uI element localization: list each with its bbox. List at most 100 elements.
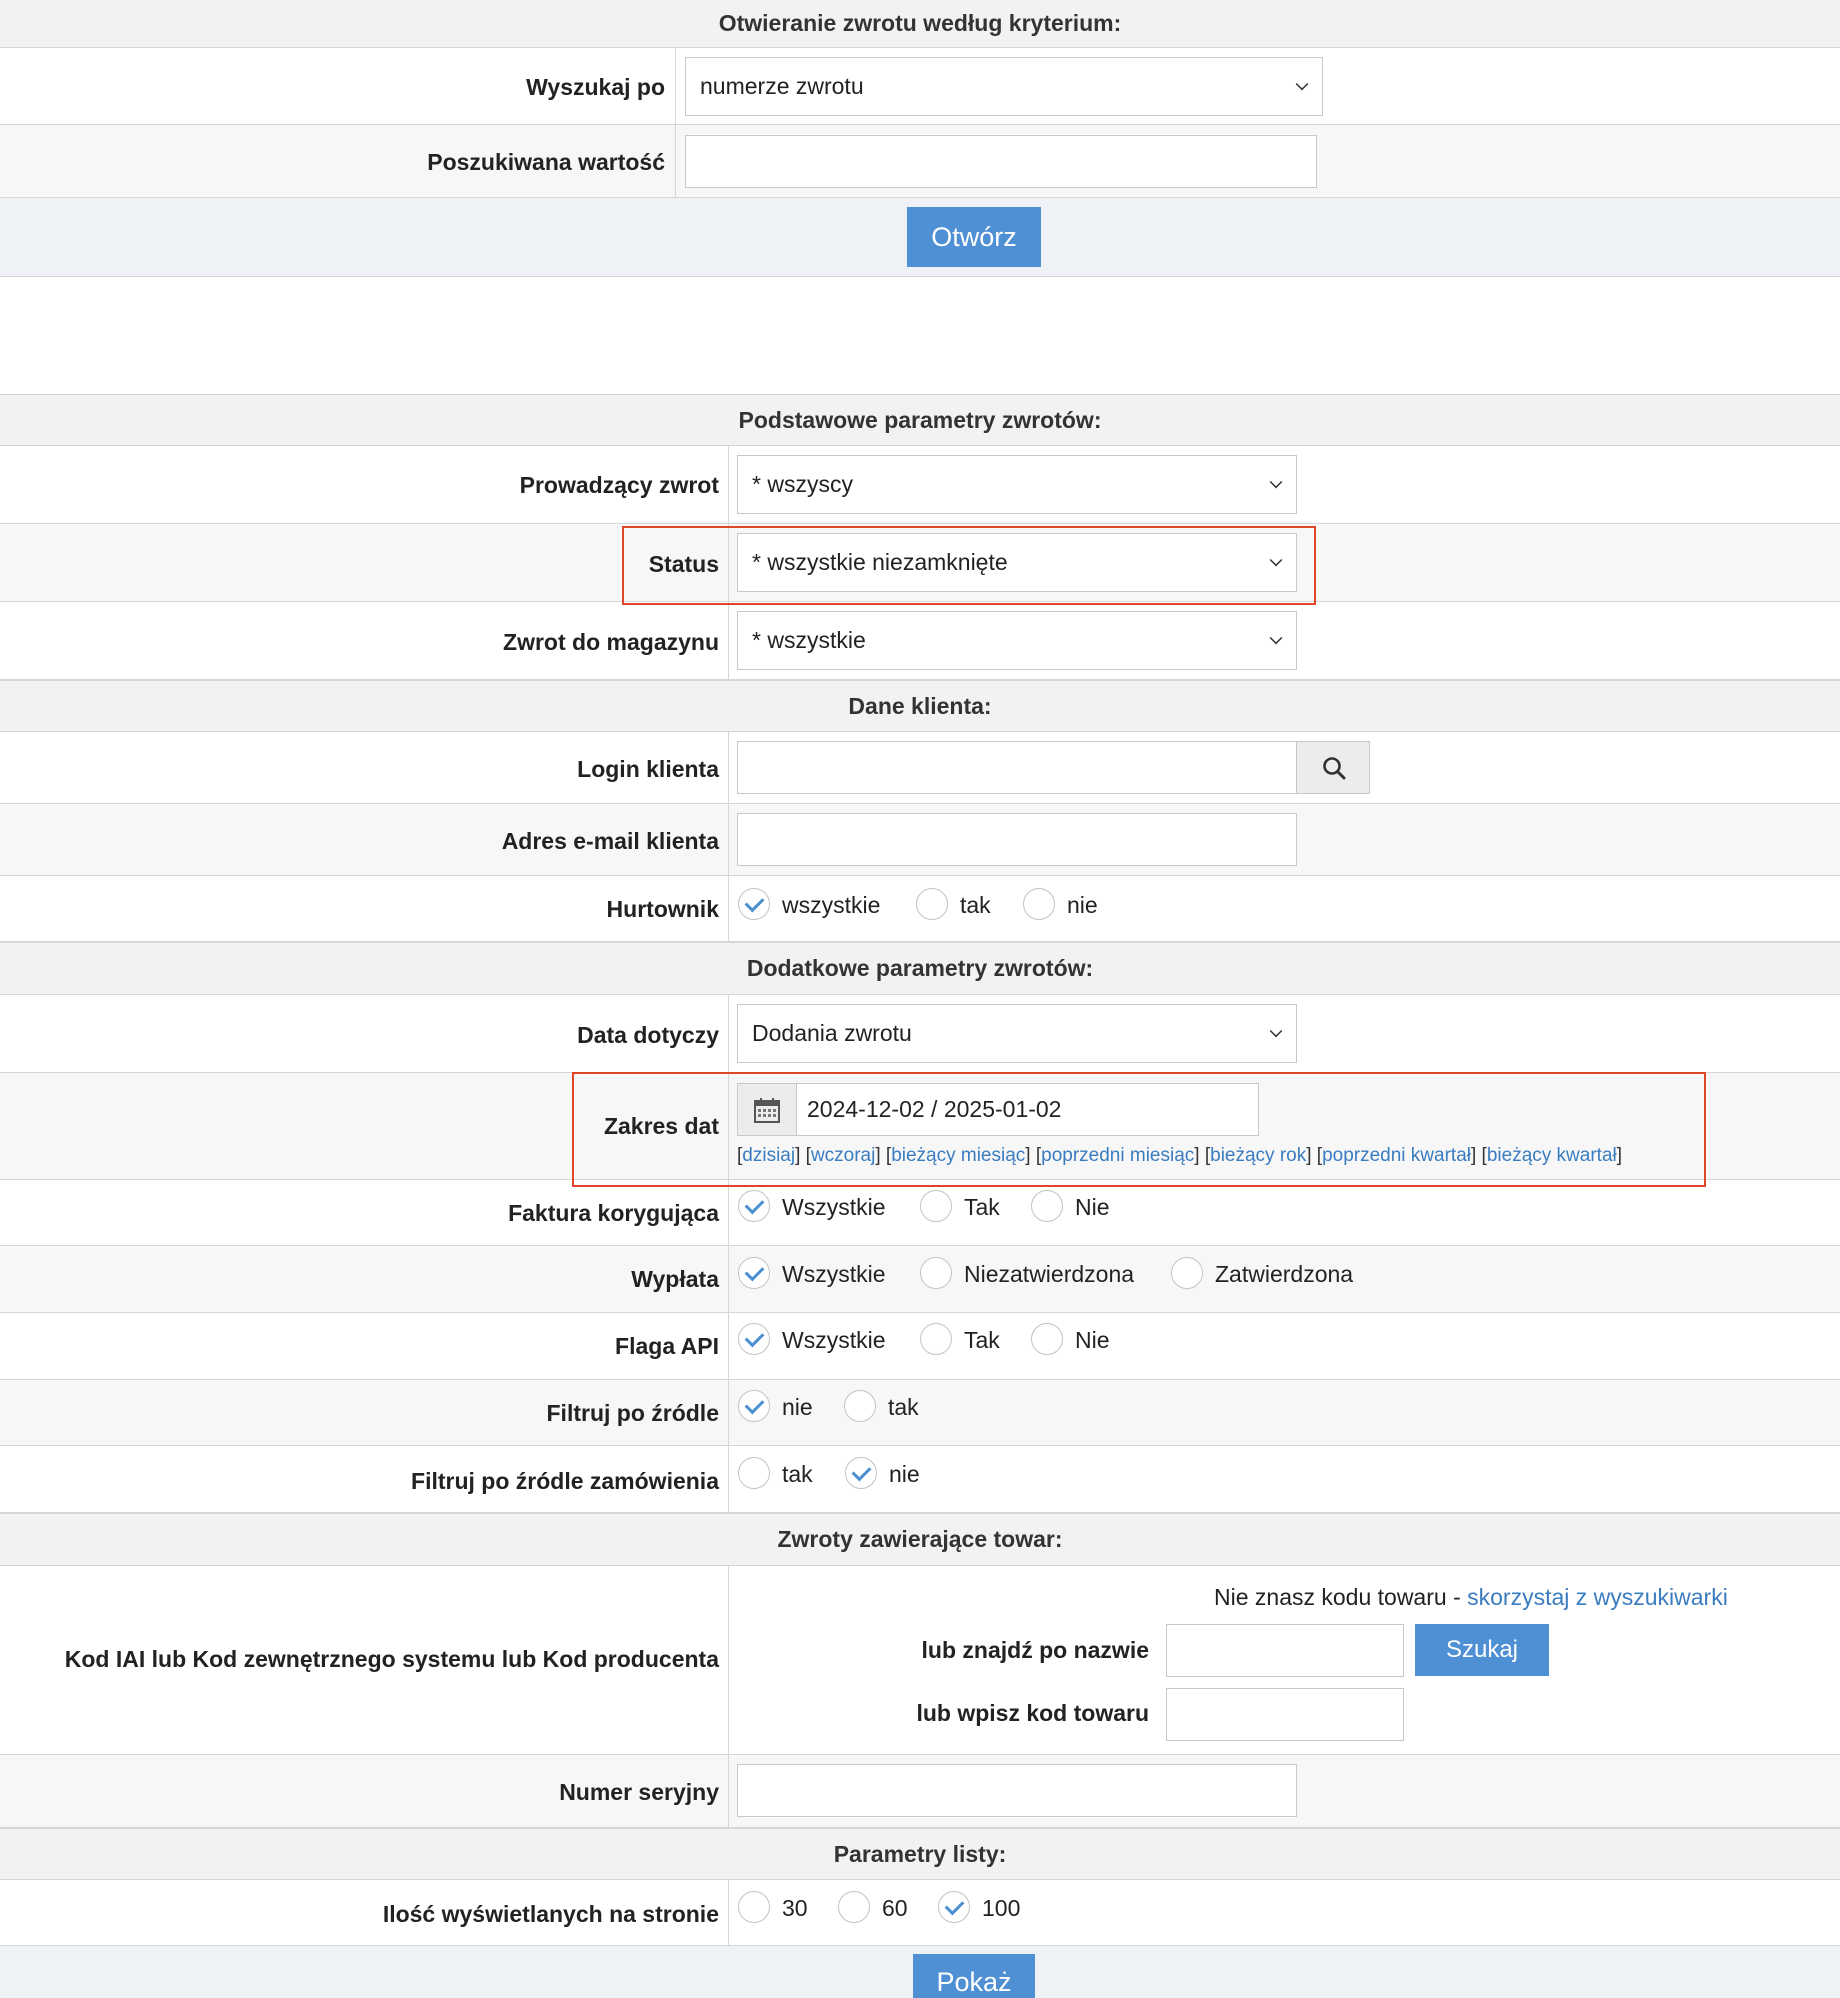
products-section-title: Zwroty zawierające towar: <box>777 1526 1063 1552</box>
per-page-label: Ilość wyświetlanych na stronie <box>382 1901 719 1927</box>
payout-label: Wypłata <box>631 1266 719 1292</box>
serial-row: Numer seryjny <box>0 1755 1840 1828</box>
per-page-row: Ilość wyświetlanych na stronie 30 60 100 <box>0 1880 1840 1946</box>
handler-value: * wszyscy <box>752 471 853 497</box>
additional-section-header: Dodatkowe parametry zwrotów: <box>0 942 1840 995</box>
correction-radio-all[interactable] <box>738 1190 770 1222</box>
correction-option-all: Wszystkie <box>782 1194 886 1220</box>
correction-option-yes: Tak <box>964 1194 1000 1220</box>
date-range-highlight-box <box>572 1072 1706 1187</box>
chevron-down-icon <box>1269 475 1283 489</box>
per-page-option-60: 60 <box>882 1895 908 1921</box>
email-row: Adres e-mail klienta <box>0 804 1840 876</box>
order-source-radio-yes[interactable] <box>738 1457 770 1489</box>
wholesaler-label: Hurtownik <box>606 896 719 922</box>
product-hint: Nie znasz kodu towaru - skorzystaj z wys… <box>1214 1584 1728 1611</box>
client-section-header: Dane klienta: <box>0 680 1840 732</box>
correction-option-no: Nie <box>1075 1194 1110 1220</box>
source-option-yes: tak <box>888 1394 919 1420</box>
login-search-button[interactable] <box>1296 741 1370 794</box>
per-page-radio-60[interactable] <box>838 1891 870 1923</box>
source-row: Filtruj po źródle nie tak <box>0 1380 1840 1446</box>
api-flag-row: Flaga API Wszystkie Tak Nie <box>0 1313 1840 1380</box>
wholesaler-row: Hurtownik wszystkie tak nie <box>0 876 1840 942</box>
warehouse-select[interactable]: * wszystkie <box>737 611 1297 670</box>
api-radio-all[interactable] <box>738 1323 770 1355</box>
login-input[interactable] <box>737 741 1297 794</box>
chevron-down-icon <box>1269 631 1283 645</box>
payout-radio-unapproved[interactable] <box>920 1257 952 1289</box>
wholesaler-radio-no[interactable] <box>1023 888 1055 920</box>
search-value-label: Poszukiwana wartość <box>427 149 665 175</box>
product-code-label: Kod IAI lub Kod zewnętrznego systemu lub… <box>64 1646 719 1672</box>
payout-radio-approved[interactable] <box>1171 1257 1203 1289</box>
correction-radio-yes[interactable] <box>920 1190 952 1222</box>
enter-code-input[interactable] <box>1166 1688 1404 1741</box>
wholesaler-radio-all[interactable] <box>738 888 770 920</box>
product-code-row: Kod IAI lub Kod zewnętrznego systemu lub… <box>0 1566 1840 1755</box>
per-page-radio-100[interactable] <box>938 1891 970 1923</box>
correction-label: Faktura korygująca <box>508 1200 719 1226</box>
login-label: Login klienta <box>577 756 719 782</box>
show-button[interactable]: Pokaż <box>913 1954 1035 1998</box>
list-section-title: Parametry listy: <box>833 1840 1007 1867</box>
date-concerns-select[interactable]: Dodania zwrotu <box>737 1004 1297 1063</box>
source-option-no: nie <box>782 1394 813 1420</box>
search-value-row: Poszukiwana wartość <box>0 125 1840 198</box>
client-section-title: Dane klienta: <box>848 692 992 719</box>
open-button-row: Otwórz <box>0 198 1840 277</box>
order-source-radio-no[interactable] <box>845 1457 877 1489</box>
search-value-input[interactable] <box>685 135 1317 188</box>
email-input[interactable] <box>737 813 1297 866</box>
warehouse-row: Zwrot do magazynu * wszystkie <box>0 602 1840 680</box>
list-section-header: Parametry listy: <box>0 1828 1840 1880</box>
product-hint-text: Nie znasz kodu towaru - <box>1214 1584 1468 1610</box>
api-radio-no[interactable] <box>1031 1323 1063 1355</box>
payout-row: Wypłata Wszystkie Niezatwierdzona Zatwie… <box>0 1246 1840 1313</box>
date-concerns-row: Data dotyczy Dodania zwrotu <box>0 995 1840 1073</box>
additional-section-title: Dodatkowe parametry zwrotów: <box>746 955 1094 981</box>
login-row: Login klienta <box>0 732 1840 804</box>
open-section-header: Otwieranie zwrotu według kryterium: <box>0 0 1840 48</box>
basic-section-title: Podstawowe parametry zwrotów: <box>738 406 1102 433</box>
search-by-row: Wyszukaj po numerze zwrotu <box>0 48 1840 125</box>
order-source-option-yes: tak <box>782 1461 813 1487</box>
search-by-label: Wyszukaj po <box>526 74 665 100</box>
order-source-label: Filtruj po źródle zamówienia <box>411 1468 719 1494</box>
source-radio-yes[interactable] <box>844 1390 876 1422</box>
warehouse-label: Zwrot do magazynu <box>503 629 719 655</box>
per-page-radio-30[interactable] <box>738 1891 770 1923</box>
payout-option-unapproved: Niezatwierdzona <box>964 1261 1135 1287</box>
open-button[interactable]: Otwórz <box>907 207 1041 267</box>
correction-row: Faktura korygująca Wszystkie Tak Nie <box>0 1180 1840 1246</box>
source-label: Filtruj po źródle <box>546 1400 720 1426</box>
search-by-select[interactable]: numerze zwrotu <box>685 57 1323 116</box>
basic-section-header: Podstawowe parametry zwrotów: <box>0 394 1840 446</box>
chevron-down-icon <box>1295 77 1309 91</box>
find-by-name-label: lub znajdź po nazwie <box>921 1637 1149 1663</box>
find-by-name-input[interactable] <box>1166 1624 1404 1677</box>
product-search-button[interactable]: Szukaj <box>1415 1624 1549 1676</box>
show-button-row: Pokaż <box>0 1946 1840 1998</box>
wholesaler-option-all: wszystkie <box>782 892 881 918</box>
api-flag-label: Flaga API <box>615 1333 719 1359</box>
date-concerns-label: Data dotyczy <box>577 1022 719 1048</box>
product-search-link[interactable]: skorzystaj z wyszukiwarki <box>1467 1584 1728 1610</box>
chevron-down-icon <box>1269 1024 1283 1038</box>
open-section-title: Otwieranie zwrotu według kryterium: <box>718 10 1122 36</box>
source-radio-no[interactable] <box>738 1390 770 1422</box>
wholesaler-option-no: nie <box>1067 892 1098 918</box>
order-source-row: Filtruj po źródle zamówienia tak nie <box>0 1446 1840 1513</box>
handler-label: Prowadzący zwrot <box>519 472 719 498</box>
api-radio-yes[interactable] <box>920 1323 952 1355</box>
wholesaler-radio-yes[interactable] <box>916 888 948 920</box>
correction-radio-no[interactable] <box>1031 1190 1063 1222</box>
handler-select[interactable]: * wszyscy <box>737 455 1297 514</box>
search-icon <box>1323 757 1346 780</box>
payout-option-all: Wszystkie <box>782 1261 886 1287</box>
search-by-value: numerze zwrotu <box>700 73 864 99</box>
payout-radio-all[interactable] <box>738 1257 770 1289</box>
serial-label: Numer seryjny <box>559 1779 719 1805</box>
payout-option-approved: Zatwierdzona <box>1215 1261 1354 1287</box>
serial-input[interactable] <box>737 1764 1297 1817</box>
